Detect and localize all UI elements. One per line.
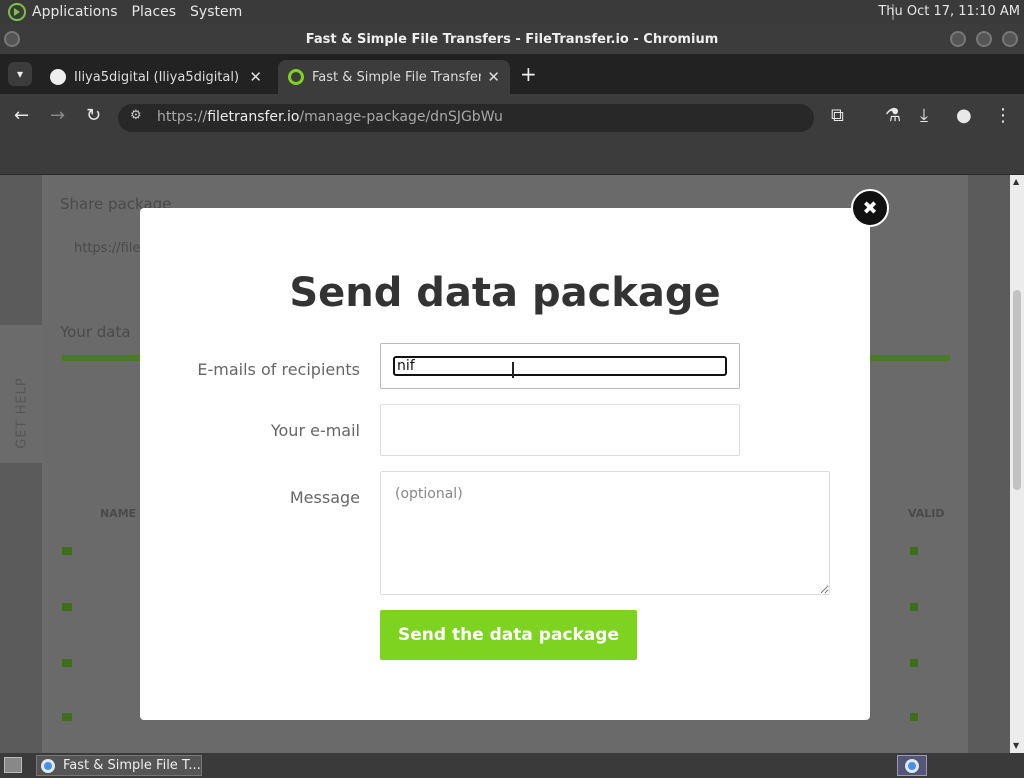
scroll-down-icon[interactable]: ▼ [1013, 741, 1019, 750]
message-label: Message [289, 488, 360, 507]
url-text[interactable]: https://filetransfer.io/manage-package/d… [157, 109, 503, 125]
bg-column-valid: VALID [908, 507, 945, 520]
url-path: /manage-package/dnSJGbWu [299, 109, 503, 125]
tab-github[interactable]: Iliya5digital (Iliya5digital) / Re ✕ [40, 60, 272, 94]
your-email-label: Your e-mail [270, 421, 360, 440]
minimize-icon[interactable] [950, 31, 966, 47]
chromium-icon [41, 758, 55, 773]
bg-data-heading: Your data [60, 323, 131, 341]
recipients-label: E-mails of recipients [197, 360, 360, 379]
github-icon [50, 69, 66, 85]
window-menu-icon[interactable] [4, 31, 20, 47]
bg-check-icon [910, 603, 918, 611]
modal-title: Send data package [289, 270, 721, 316]
message-field[interactable] [380, 471, 830, 595]
get-help-label: GET HELP [14, 377, 30, 449]
tray-chromium-icon[interactable] [897, 755, 927, 776]
tab-search-icon[interactable]: ▾ [8, 62, 32, 86]
tab-title: Iliya5digital (Iliya5digital) / Re [74, 69, 243, 85]
tab-title: Fast & Simple File Transfers [312, 69, 482, 85]
bg-column-name: NAME [100, 507, 137, 520]
scroll-up-icon[interactable]: ▲ [1013, 177, 1019, 186]
new-tab-icon[interactable]: + [520, 62, 537, 86]
send-package-modal: Send data package E-mails of recipients … [140, 208, 870, 720]
get-help-tab[interactable]: GET HELP [0, 325, 44, 463]
tab-close-icon[interactable]: ✕ [249, 68, 262, 86]
tab-filetransfer[interactable]: Fast & Simple File Transfers ✕ [278, 60, 510, 94]
bg-check-icon [910, 713, 918, 721]
bg-check-icon [910, 659, 918, 667]
reload-icon[interactable]: ↻ [86, 106, 101, 126]
menu-places[interactable]: Places [132, 4, 177, 20]
text-cursor-icon [512, 362, 514, 378]
scroll-thumb[interactable] [1013, 290, 1021, 490]
filetransfer-icon [288, 69, 304, 85]
bg-folder-icon [62, 659, 72, 667]
site-settings-icon[interactable]: ⚙ [130, 108, 142, 123]
system-panel: Applications Places System Thu Oct 17, 1… [0, 0, 1024, 24]
send-package-button[interactable]: Send the data package [380, 610, 637, 660]
taskbar: Fast & Simple File T... [0, 753, 1024, 778]
chromium-icon [905, 758, 919, 773]
more-menu-icon[interactable]: ⋮ [994, 106, 1012, 126]
profile-icon[interactable]: ● [956, 106, 972, 126]
page-scrollbar[interactable]: ▲ ▼ [1010, 175, 1024, 753]
maximize-icon[interactable] [976, 31, 992, 47]
clock[interactable]: Thu Oct 17, 11:10 AM [878, 4, 1020, 19]
bg-folder-icon [62, 603, 72, 611]
show-desktop-icon[interactable] [4, 757, 22, 773]
labs-flask-icon[interactable]: ⚗ [885, 106, 901, 126]
download-icon[interactable]: ⤓ [920, 106, 928, 126]
window-title: Fast & Simple File Transfers - FileTrans… [305, 31, 719, 47]
bg-folder-icon [62, 713, 72, 721]
bg-check-icon [910, 547, 918, 555]
url-domain: filetransfer.io [207, 109, 300, 125]
url-prefix: https:// [157, 109, 208, 125]
recipients-value[interactable]: nif [393, 356, 727, 376]
message-textarea[interactable] [381, 472, 829, 594]
menu-system[interactable]: System [190, 4, 242, 20]
menu-applications[interactable]: Applications [32, 4, 118, 20]
window-close-icon[interactable] [1002, 31, 1018, 47]
tab-strip: Iliya5digital (Iliya5digital) / Re ✕ Fas… [0, 54, 1024, 94]
recipients-input[interactable]: nif [380, 343, 740, 389]
bg-share-link: https://filet [74, 241, 146, 256]
close-modal-icon[interactable]: ✖ [851, 189, 889, 227]
taskbar-window-item[interactable]: Fast & Simple File T... [36, 755, 202, 776]
tab-close-icon[interactable]: ✕ [487, 68, 500, 86]
your-email-input[interactable] [380, 404, 740, 456]
forward-icon[interactable]: → [50, 106, 65, 126]
bg-folder-icon [62, 547, 72, 555]
back-icon[interactable]: ← [14, 106, 29, 126]
toolbar-spacer [0, 140, 1024, 175]
system-logo-icon[interactable] [8, 3, 26, 21]
window-titlebar: Fast & Simple File Transfers - FileTrans… [0, 24, 1024, 54]
taskbar-window-title: Fast & Simple File T... [63, 758, 201, 773]
extensions-icon[interactable]: ⧉ [831, 106, 844, 126]
